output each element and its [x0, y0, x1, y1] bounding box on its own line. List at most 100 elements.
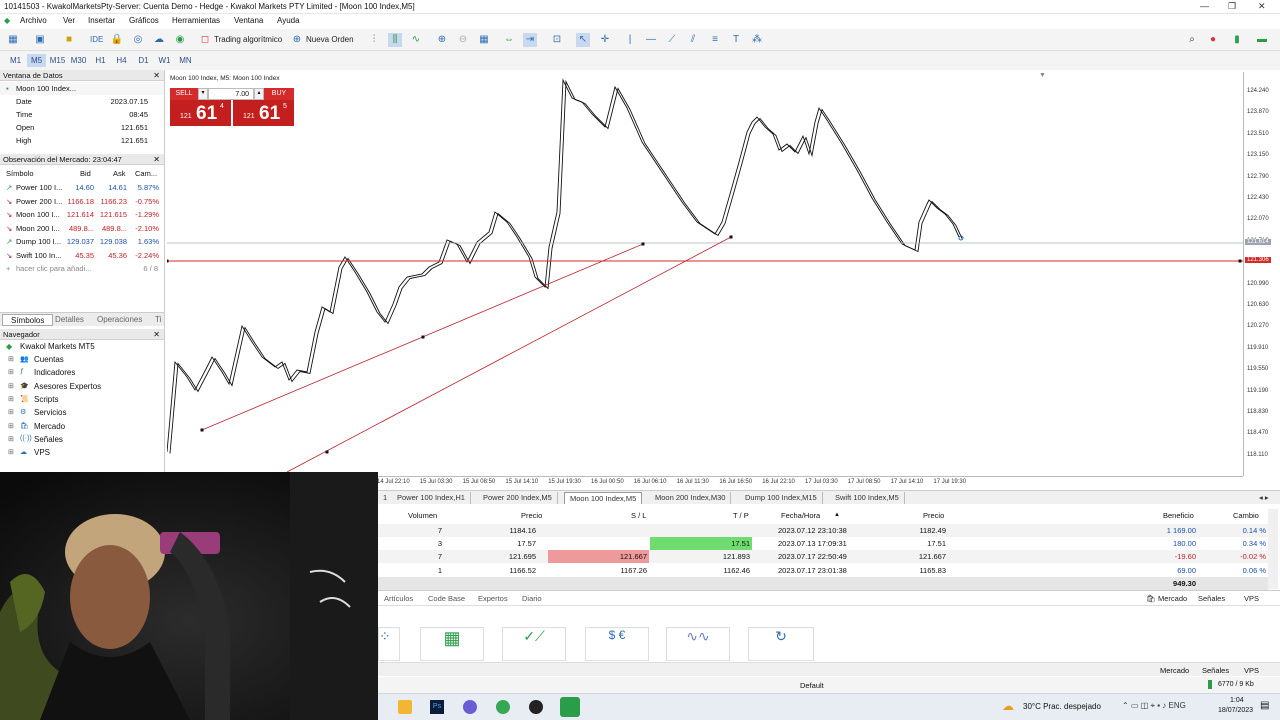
photoshop-icon[interactable]: Ps [430, 700, 444, 714]
expand-icon[interactable]: ⊞ [8, 448, 14, 456]
close-icon[interactable]: ✕ [153, 154, 160, 165]
tab-experts[interactable]: Expertos [478, 594, 508, 603]
tab-articles[interactable]: Artículos [384, 594, 413, 603]
trade-scrollbar[interactable] [1268, 509, 1278, 589]
chart-tab[interactable]: Dump 100 Index,M15 [740, 492, 823, 504]
minimize-icon[interactable]: — [1200, 1, 1209, 11]
menu-tools[interactable]: Herramientas [172, 16, 220, 25]
trendline-anchor[interactable] [421, 335, 425, 339]
sell-button[interactable]: 121 61 4 [170, 100, 231, 126]
metatrader-icon[interactable] [560, 697, 580, 717]
fibonacci-icon[interactable]: ≡ [708, 33, 722, 47]
status-market[interactable]: Mercado [1160, 666, 1189, 675]
col-change[interactable]: Cambio [1233, 509, 1259, 522]
market-watch-icon[interactable]: ■ [62, 33, 76, 47]
bar-chart-icon[interactable]: ⫶ [367, 33, 381, 47]
market-watch-row[interactable]: ↘ Moon 200 I... 489.8... 489.8... -2.10% [0, 222, 164, 235]
volume-down-icon[interactable]: ▾ [198, 88, 208, 100]
shapes-icon[interactable]: ⁂ [750, 33, 764, 47]
market-watch-row[interactable]: ↗ Dump 100 I... 129.037 129.038 1.63% [0, 235, 164, 248]
trendline-anchor[interactable] [325, 450, 329, 454]
notifications-icon[interactable]: ● [1206, 33, 1220, 47]
col-profit[interactable]: Beneficio [1163, 509, 1194, 522]
screenshot-icon[interactable]: ⊡ [550, 33, 564, 47]
notification-center-icon[interactable]: ▤ [1260, 700, 1269, 711]
horizontal-line-icon[interactable]: — [644, 33, 658, 47]
tab-ticks[interactable]: Ti [155, 315, 161, 324]
menu-window[interactable]: Ventana [234, 16, 263, 25]
text-tool-icon[interactable]: T [729, 33, 743, 47]
product-thumb[interactable]: $ € [585, 627, 649, 661]
grid-icon[interactable]: ▦ [477, 33, 491, 47]
menu-file[interactable]: Archivo [20, 16, 47, 25]
tf-m15[interactable]: M15 [48, 54, 67, 67]
trade-row[interactable]: 7 1184.16 2023.07.12 23:10:38 1182.49 1 169.… [378, 524, 1268, 537]
cursor-icon[interactable]: ↖ [576, 33, 590, 47]
chart-tab[interactable]: Swift 100 Index,M5 [830, 492, 905, 504]
expand-icon[interactable]: ⊞ [8, 395, 14, 403]
expand-icon[interactable]: ⊞ [8, 408, 14, 416]
menu-view[interactable]: Ver [63, 16, 75, 25]
buy-button-label[interactable]: BUY [264, 88, 294, 100]
trendline-anchor[interactable] [1238, 259, 1242, 263]
new-order-icon[interactable]: ⊕ [290, 33, 304, 47]
buy-button[interactable]: 121 61 5 [233, 100, 294, 126]
vertical-line-icon[interactable]: | [623, 33, 637, 47]
line-chart-icon[interactable]: ∿ [409, 33, 423, 47]
navigator-item[interactable]: Servicios [34, 408, 66, 417]
zoom-in-icon[interactable]: ⊕ [435, 33, 449, 47]
navigator-item[interactable]: Indicadores [34, 368, 75, 377]
trendline[interactable] [286, 236, 732, 473]
col-bid[interactable]: Bid [80, 167, 91, 180]
navigator-item[interactable]: Asesores Expertos [34, 382, 101, 391]
tf-mn[interactable]: MN [176, 54, 195, 67]
tf-m30[interactable]: M30 [69, 54, 88, 67]
trendline-anchor[interactable] [641, 242, 645, 246]
navigator-item[interactable]: Scripts [34, 395, 58, 404]
lock-icon[interactable]: 🔒 [110, 33, 124, 47]
navigator-item[interactable]: VPS [34, 448, 50, 457]
trade-row[interactable]: 3 17.57 17.51 2023.07.13 17:09:31 17.51 180.0… [378, 537, 1268, 551]
expand-icon[interactable]: ⊞ [8, 368, 14, 376]
tf-h1[interactable]: H1 [91, 54, 110, 67]
trendline-anchor[interactable] [729, 235, 733, 239]
channel-icon[interactable]: ⫽ [686, 33, 700, 47]
account-icon[interactable]: ▮ [1230, 33, 1244, 47]
chart-canvas[interactable] [165, 72, 1243, 476]
status-signals[interactable]: Señales [1202, 666, 1229, 675]
expand-icon[interactable]: ⊞ [8, 355, 14, 363]
trade-sl[interactable]: 1167.26 [548, 564, 649, 577]
tab-details[interactable]: Detalles [55, 315, 84, 324]
market-watch-row[interactable]: ↗ Power 100 I... 14.60 14.61 5.87% [0, 181, 164, 194]
status-vps[interactable]: VPS [1244, 666, 1259, 675]
connection-icon[interactable]: ▬ [1255, 33, 1269, 47]
col-price[interactable]: Precio [521, 509, 542, 522]
sell-button-label[interactable]: SELL [170, 88, 198, 100]
globe-icon[interactable]: ◉ [173, 33, 187, 47]
trendline-anchor[interactable] [200, 428, 204, 432]
new-order-button[interactable]: Nueva Orden [306, 32, 354, 47]
product-thumb[interactable]: ⁘ [378, 627, 400, 661]
col-tp[interactable]: T / P [733, 509, 749, 522]
menu-help[interactable]: Ayuda [277, 16, 300, 25]
expand-icon[interactable]: ⊞ [8, 435, 14, 443]
file-explorer-icon[interactable] [398, 700, 412, 714]
navigator-root[interactable]: Kwakol Markets MT5 [20, 342, 95, 351]
chart-tab[interactable]: Moon 200 Index,M30 [650, 492, 732, 504]
col-sl[interactable]: S / L [631, 509, 646, 522]
expand-icon[interactable]: ⊞ [8, 422, 14, 430]
obs-icon[interactable] [529, 700, 543, 714]
product-thumb[interactable]: ↻ [748, 627, 814, 661]
close-icon[interactable]: ✕ [1258, 1, 1266, 12]
col-volume[interactable]: Volumen [408, 509, 437, 522]
col-time[interactable]: Fecha/Hora [781, 509, 820, 522]
new-chart-icon[interactable]: ▦ [6, 33, 20, 47]
autoscroll-icon[interactable]: ⇔ [502, 33, 516, 47]
link-signals[interactable]: Señales [1198, 594, 1225, 603]
weather-text[interactable]: 30°C Prac. despejado [1023, 702, 1101, 711]
link-vps[interactable]: VPS [1244, 594, 1259, 603]
restore-icon[interactable]: ❐ [1228, 1, 1236, 12]
tab-symbols[interactable]: Símbolos [2, 314, 54, 326]
search-icon[interactable]: ⌕ [1185, 33, 1199, 47]
tf-m5[interactable]: M5 [27, 54, 46, 67]
